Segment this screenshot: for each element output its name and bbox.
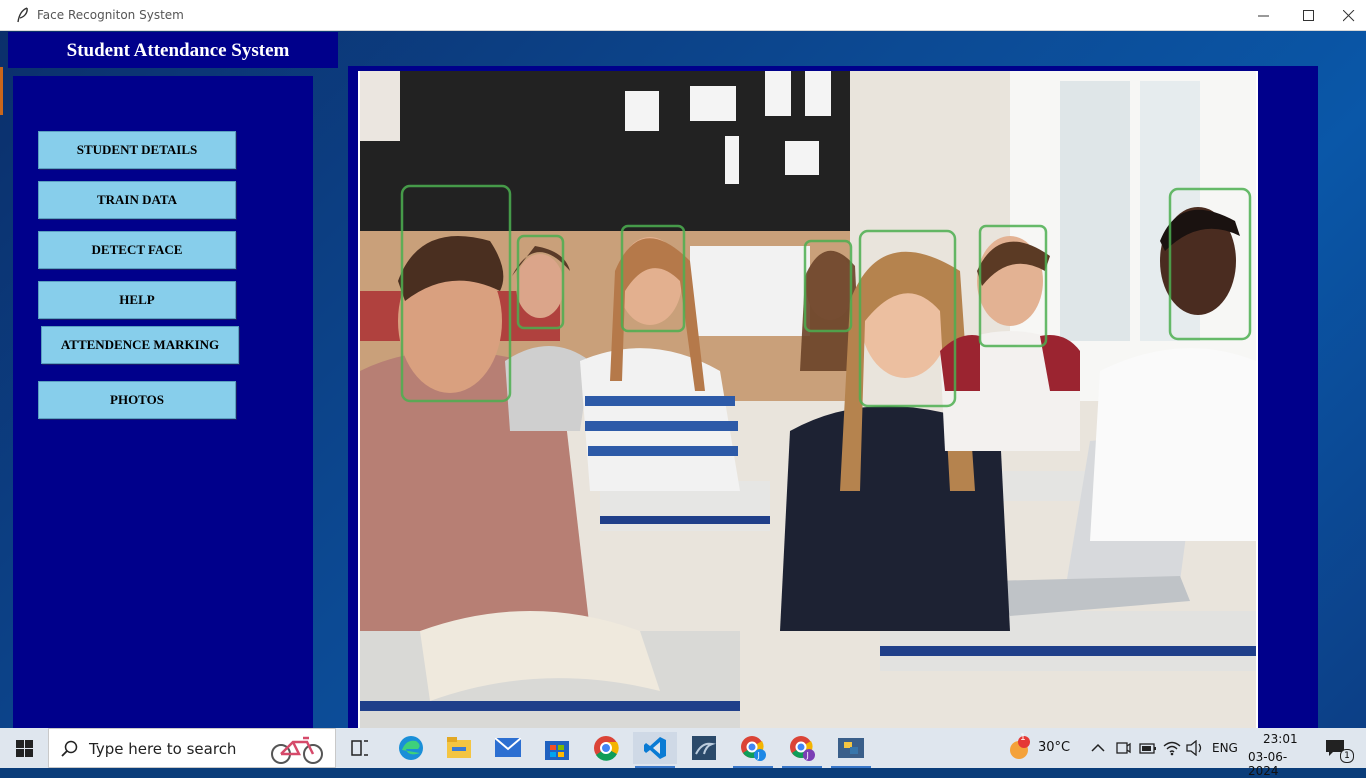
volume-icon[interactable]	[1186, 740, 1204, 756]
feather-icon	[17, 7, 28, 23]
attendence-marking-button[interactable]: ATTENDENCE MARKING	[41, 326, 239, 364]
start-button[interactable]	[0, 728, 48, 768]
notification-count: 1	[1340, 749, 1354, 763]
search-placeholder: Type here to search	[89, 740, 237, 758]
meet-now-icon[interactable]	[1115, 740, 1131, 756]
app-client-area: Student Attendance System STUDENT DETAIL…	[0, 31, 1366, 728]
vscode-icon[interactable]	[633, 732, 677, 768]
clock-date: 03-06-2024	[1248, 750, 1288, 778]
photos-button[interactable]: PHOTOS	[38, 381, 236, 419]
minimize-button[interactable]	[1241, 0, 1287, 31]
window-title: Face Recogniton System	[37, 8, 184, 22]
microsoft-store-icon[interactable]	[535, 732, 579, 764]
header-banner: Student Attendance System	[8, 32, 338, 68]
classroom-illustration	[360, 71, 1256, 728]
edge-browser-icon[interactable]	[389, 732, 433, 764]
clock-time: 23:01	[1263, 732, 1298, 746]
classroom-photo	[358, 71, 1258, 728]
windows-taskbar: Type here to search J J 1 30°C ENG 23:01…	[0, 728, 1366, 778]
bicycle-icon	[271, 736, 323, 764]
clock[interactable]: 23:01 03-06-2024	[1245, 728, 1310, 778]
task-view-icon[interactable]	[338, 732, 382, 764]
close-button[interactable]	[1331, 0, 1366, 31]
sidebar-panel: STUDENT DETAILS TRAIN DATA DETECT FACE H…	[13, 76, 313, 728]
help-button[interactable]: HELP	[38, 281, 236, 319]
search-icon	[61, 740, 78, 757]
wifi-icon[interactable]	[1163, 740, 1181, 756]
window-titlebar: Face Recogniton System	[0, 0, 1366, 31]
file-explorer-icon[interactable]	[437, 732, 481, 764]
minimize-icon	[1258, 15, 1269, 17]
chrome-profile-2-icon[interactable]: J	[780, 732, 824, 768]
weather-alert-badge: 1	[1020, 733, 1026, 743]
notification-center-button[interactable]: 1	[1318, 728, 1366, 768]
weather-temperature: 30°C	[1038, 740, 1071, 755]
language-indicator[interactable]: ENG	[1212, 741, 1238, 755]
battery-icon[interactable]	[1139, 741, 1157, 755]
maximize-button[interactable]	[1286, 0, 1332, 31]
maximize-icon	[1303, 10, 1314, 21]
detect-face-button[interactable]: DETECT FACE	[38, 231, 236, 269]
python-idle-icon[interactable]	[829, 732, 873, 768]
close-icon	[1343, 10, 1355, 22]
svg-text:J: J	[806, 751, 809, 760]
window-edge-accent	[0, 67, 3, 115]
chevron-up-icon[interactable]	[1091, 743, 1105, 753]
taskbar-search-box[interactable]: Type here to search	[48, 728, 336, 768]
chrome-icon[interactable]	[584, 732, 628, 764]
app-heading: Student Attendance System	[66, 40, 290, 61]
weather-widget[interactable]: 1 30°C	[1005, 728, 1075, 768]
student-details-button[interactable]: STUDENT DETAILS	[38, 131, 236, 169]
mysql-workbench-icon[interactable]	[682, 732, 726, 764]
windows-logo-icon	[16, 740, 33, 757]
chrome-profile-icon[interactable]: J	[731, 732, 775, 768]
svg-text:J: J	[757, 751, 760, 760]
train-data-button[interactable]: TRAIN DATA	[38, 181, 236, 219]
mail-icon[interactable]	[486, 732, 530, 764]
